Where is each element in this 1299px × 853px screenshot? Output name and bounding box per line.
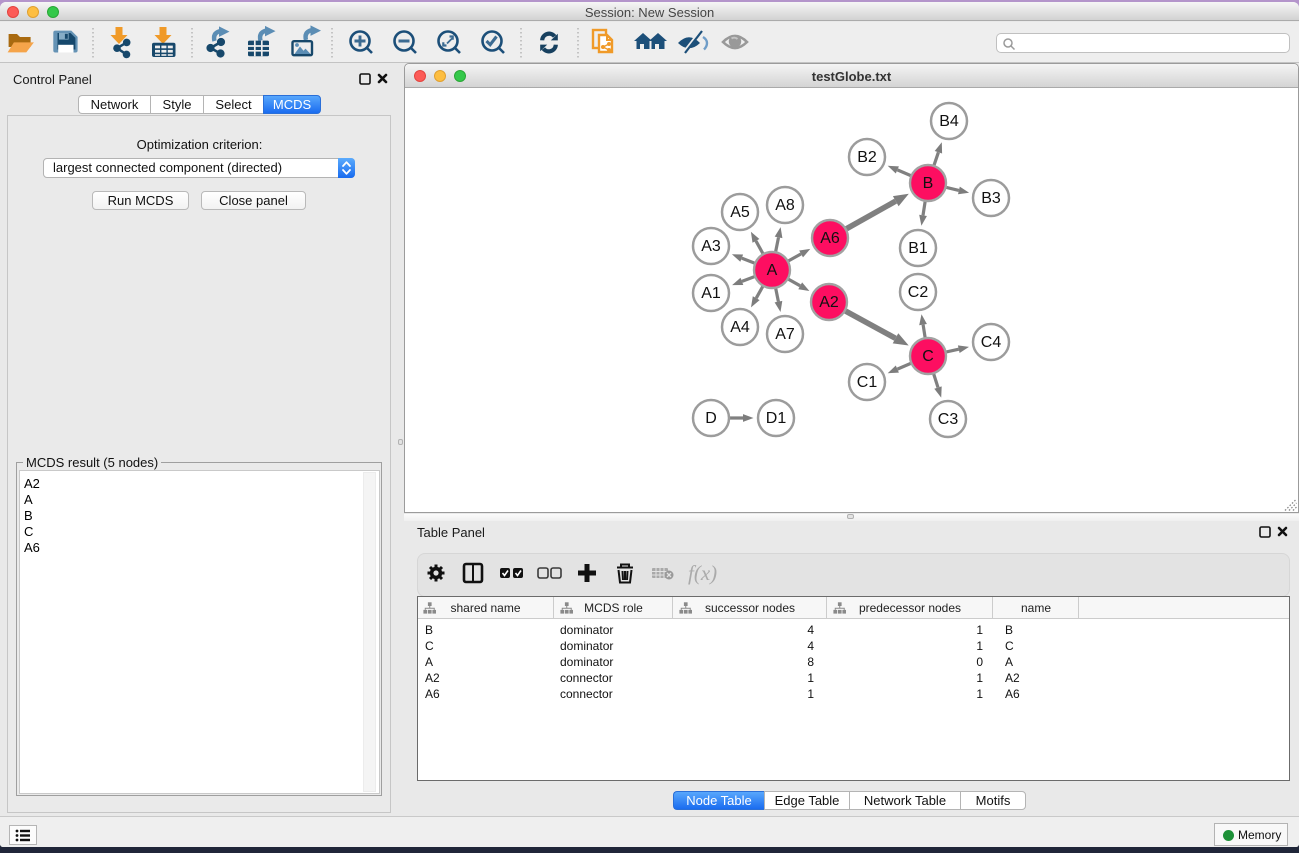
svg-text:A: A [767,262,778,279]
svg-text:A8: A8 [775,197,795,214]
svg-text:C: C [922,348,934,365]
svg-text:B3: B3 [981,190,1001,207]
svg-text:A6: A6 [820,230,840,247]
svg-text:B4: B4 [939,113,959,130]
svg-text:A7: A7 [775,326,795,343]
svg-text:A3: A3 [701,238,721,255]
svg-text:A5: A5 [730,204,750,221]
svg-text:C1: C1 [857,374,878,391]
svg-text:B2: B2 [857,149,877,166]
svg-text:D1: D1 [766,410,787,427]
svg-text:A1: A1 [701,285,721,302]
svg-text:A4: A4 [730,319,750,336]
svg-text:B: B [923,175,934,192]
svg-text:f(x): f(x) [688,561,717,585]
svg-text:C4: C4 [981,334,1002,351]
svg-text:B1: B1 [908,240,928,257]
svg-text:C2: C2 [908,284,929,301]
svg-text:A2: A2 [819,294,839,311]
svg-text:C3: C3 [938,411,959,428]
svg-text:D: D [705,410,717,427]
